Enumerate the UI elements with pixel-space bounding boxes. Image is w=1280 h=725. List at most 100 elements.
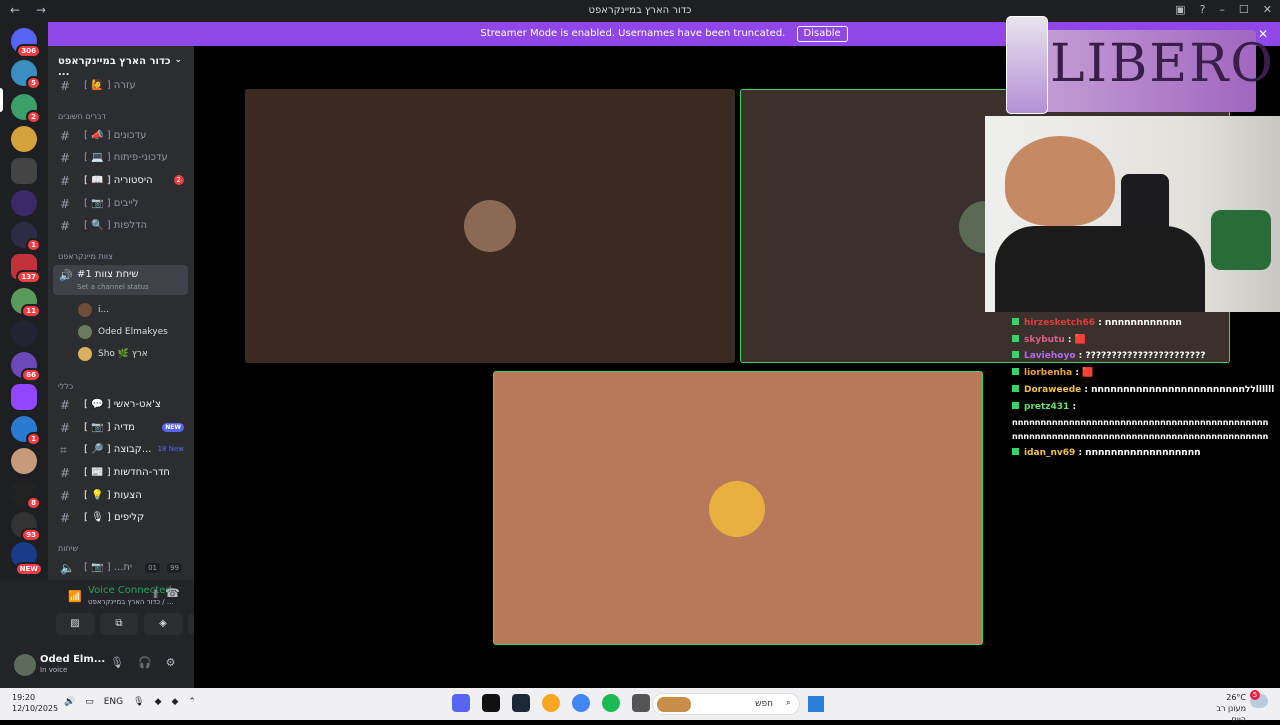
- window-title: כדור הארץ במיינקראפט: [588, 5, 692, 16]
- server-icon[interactable]: 11: [11, 288, 41, 318]
- server-icon[interactable]: 5: [11, 60, 41, 90]
- microphone-icon[interactable]: 🎙: [133, 697, 144, 707]
- discord-app-icon[interactable]: [452, 694, 470, 712]
- chat-message: liorbenha : 🟥: [1012, 368, 1093, 378]
- disconnect-icon[interactable]: ☎: [165, 586, 180, 600]
- channel-media[interactable]: #[ 📷 ] מדיה NEW: [54, 418, 188, 438]
- channel-dev-updates[interactable]: #[ 💻 ] עדכוני-פיתוח: [54, 148, 188, 168]
- user-controls: 🎙 🎧 ⚙: [110, 656, 176, 669]
- taskbar-search[interactable]: חפש ⌕: [652, 693, 800, 715]
- participant-tile-speaking[interactable]: [493, 371, 983, 645]
- maximize-button[interactable]: ☐: [1239, 3, 1249, 16]
- channel-group[interactable]: ⌗[ 🔎 ] קבוצה... 18 New: [54, 440, 188, 460]
- app-icon[interactable]: [632, 694, 650, 712]
- windows-start-icon[interactable]: [808, 696, 824, 712]
- chrome-app-icon[interactable]: [572, 694, 590, 712]
- weather-text: מעונן רב היום: [1216, 704, 1246, 724]
- minimize-button[interactable]: –: [1219, 3, 1225, 16]
- hash-icon: #: [60, 421, 71, 435]
- channel-clips[interactable]: #[ 🎙 ] קליפים: [54, 508, 188, 528]
- search-placeholder: חפש: [755, 699, 773, 709]
- channel-suggestions[interactable]: #[ 💡 ] הצעות: [54, 486, 188, 506]
- server-icon[interactable]: [11, 448, 37, 474]
- voice-status-title[interactable]: Voice Connected: [88, 585, 172, 596]
- screen-share-icon[interactable]: ⧉: [100, 613, 138, 635]
- steam-app-icon[interactable]: [512, 694, 530, 712]
- tray-app-icon[interactable]: ◆: [172, 697, 179, 707]
- channel-status[interactable]: Set a channel status: [77, 283, 149, 291]
- hash-icon: #: [60, 489, 71, 503]
- notification-badge[interactable]: 5: [1250, 690, 1260, 700]
- webcam-shirt: [995, 226, 1205, 312]
- webcam-gamepad: [1211, 210, 1271, 270]
- username[interactable]: Oded Elm...: [40, 654, 105, 665]
- category-team[interactable]: צוות מיינקראפט: [58, 252, 113, 261]
- home-icon[interactable]: 306: [11, 28, 41, 58]
- close-window-button[interactable]: ✕: [1263, 3, 1272, 16]
- sponsor-logo-text: LIBERO: [1050, 34, 1276, 94]
- channel-leaks[interactable]: #[ 🔍 ] הדלפות: [54, 216, 188, 236]
- user-count: 01: [145, 563, 160, 573]
- server-icon[interactable]: 93: [11, 512, 41, 542]
- hash-icon: #: [60, 151, 71, 165]
- webcam-person: [1005, 136, 1115, 226]
- spotify-app-icon[interactable]: [602, 694, 620, 712]
- network-icon[interactable]: ▭: [85, 697, 94, 707]
- server-icon[interactable]: [11, 158, 37, 184]
- channel-updates[interactable]: #[ 📣 ] עדכונים: [54, 126, 188, 146]
- server-icon[interactable]: [11, 320, 37, 346]
- noise-suppression-icon[interactable]: ⦀: [153, 588, 158, 602]
- category-talks[interactable]: שיחות: [58, 544, 78, 553]
- voice-channel-team-1[interactable]: 🔊 שיחת צוות #1 Set a channel status: [53, 265, 188, 295]
- server-header[interactable]: כדור הארץ במיינקראפט ... ⌄: [48, 46, 194, 78]
- language-indicator[interactable]: ENG: [104, 697, 123, 707]
- perfume-bottle-image: [1006, 16, 1048, 114]
- avatar: [78, 325, 92, 339]
- server-icon[interactable]: [11, 126, 37, 152]
- headphones-icon[interactable]: 🎧: [138, 656, 152, 669]
- server-icon[interactable]: 8: [11, 480, 41, 510]
- chevron-up-icon[interactable]: ⌃: [188, 697, 196, 707]
- help-icon[interactable]: ?: [1200, 3, 1206, 16]
- channel-help[interactable]: #[ 🙋 ] עזרה: [54, 76, 188, 96]
- avatar: [78, 303, 92, 317]
- activity-icon[interactable]: ◈: [144, 613, 182, 635]
- time: 19:20: [12, 693, 36, 702]
- app-icon[interactable]: [542, 694, 560, 712]
- disable-button[interactable]: Disable: [796, 26, 848, 42]
- participant-tile[interactable]: [245, 89, 735, 363]
- clock[interactable]: 19:20 12/10/2025: [12, 692, 58, 714]
- category-general[interactable]: כללי: [58, 382, 73, 391]
- channel-news[interactable]: #[ 📰 ] חדר-החדשות: [54, 463, 188, 483]
- signal-icon[interactable]: 📶: [68, 590, 82, 603]
- hash-icon: #: [60, 174, 71, 188]
- voice-status-sub[interactable]: כדור הארץ במיינקראפט / ...: [88, 598, 174, 606]
- volume-icon[interactable]: 🔊: [64, 697, 75, 707]
- user-limit: 99: [167, 563, 182, 573]
- inbox-icon[interactable]: ▣: [1175, 3, 1185, 16]
- server-icon[interactable]: 1: [11, 222, 41, 252]
- server-icon[interactable]: 66: [11, 352, 41, 382]
- sponsor-logo: LIBERO: [1006, 16, 1273, 114]
- chat-message: Doraweede : nnnnnnnnnnnnnnnnnnnnnnnnללll…: [1012, 385, 1274, 395]
- tray-app-icon[interactable]: ◆: [155, 697, 162, 707]
- channel-main-chat[interactable]: #[ 💬 ] צ'אט-ראשי: [54, 395, 188, 415]
- microphone-icon[interactable]: 🎙: [110, 656, 124, 669]
- server-icon[interactable]: 137: [11, 254, 41, 284]
- channel-lives[interactable]: #[ 📷 ] לייבים: [54, 194, 188, 214]
- server-icon[interactable]: 1: [11, 416, 41, 446]
- server-icon[interactable]: 2: [11, 94, 41, 124]
- weather-widget[interactable]: 26°C מעונן רב היום: [1200, 692, 1246, 725]
- twitch-server-icon[interactable]: [11, 384, 37, 410]
- camera-off-icon[interactable]: ▨: [56, 613, 94, 635]
- category-important[interactable]: דברים חשובים: [58, 112, 106, 121]
- channel-history[interactable]: #[ 📖 ] היסטוריה 2: [54, 171, 188, 191]
- capcut-app-icon[interactable]: [482, 694, 500, 712]
- settings-gear-icon[interactable]: ⚙: [166, 656, 176, 669]
- server-icon[interactable]: [11, 190, 37, 216]
- voice-channel-talk[interactable]: 🔈[ 📷 ] ...ית 01 99: [54, 558, 188, 578]
- avatar[interactable]: [14, 654, 36, 676]
- server-icon[interactable]: NEW: [11, 542, 43, 576]
- banner-text: Streamer Mode is enabled. Usernames have…: [480, 28, 786, 39]
- hash-icon: #: [60, 398, 71, 412]
